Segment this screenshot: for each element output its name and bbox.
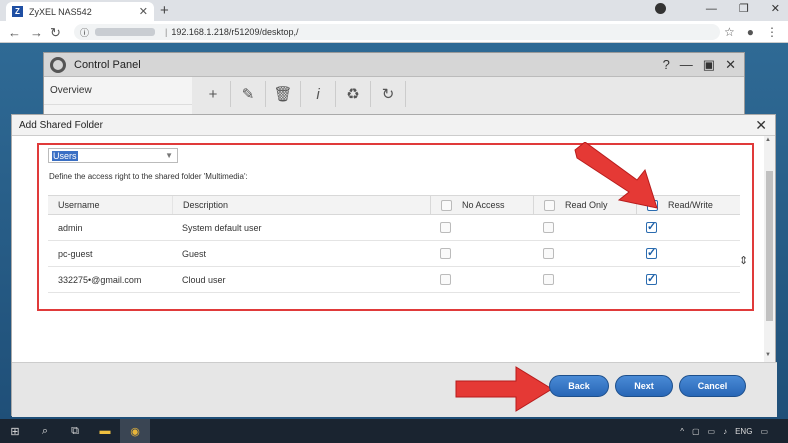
- read-only-all-checkbox[interactable]: [544, 199, 555, 211]
- row-username: pc-guest: [58, 248, 93, 259]
- volume-icon[interactable]: ♪: [723, 427, 727, 436]
- col-no-access: No Access: [430, 196, 533, 214]
- dialog-body: Users ▼ Define the access right to the s…: [12, 136, 766, 362]
- tray-app-icon[interactable]: ▢: [692, 427, 700, 436]
- browser-tab[interactable]: Z ZyXEL NAS542 ✕: [6, 2, 154, 21]
- row-username: admin: [58, 222, 83, 233]
- network-icon[interactable]: ▭: [708, 427, 716, 436]
- menu-icon[interactable]: ⋮: [766, 25, 778, 39]
- read-only-checkbox[interactable]: [543, 248, 554, 259]
- no-access-checkbox[interactable]: [440, 248, 451, 259]
- control-panel-icon: [50, 56, 66, 73]
- read-only-checkbox[interactable]: [543, 274, 554, 285]
- forward-nav-icon[interactable]: →: [30, 25, 43, 40]
- tab-title: ZyXEL NAS542: [29, 6, 92, 17]
- table-row[interactable]: pc-guest Guest: [48, 241, 740, 267]
- tray-chevron-icon[interactable]: ^: [680, 427, 684, 436]
- dropdown-arrow-icon: ▼: [165, 151, 173, 160]
- table-row[interactable]: 332275•@gmail.com Cloud user: [48, 267, 740, 293]
- account-icon[interactable]: ●: [747, 25, 754, 39]
- system-tray: ^ ▢ ▭ ♪ ENG ▭: [680, 419, 768, 443]
- notification-icon[interactable]: ▭: [760, 427, 768, 436]
- mouse-cursor-icon: ⇕: [739, 255, 749, 267]
- windows-start-icon[interactable]: ⊞: [0, 419, 30, 443]
- chrome-icon[interactable]: ◉: [120, 419, 150, 443]
- row-description: Cloud user: [182, 274, 226, 285]
- windows-taskbar: ⊞ ⌕ ⧉ ▬ ◉ ^ ▢ ▭ ♪ ENG ▭: [0, 419, 788, 443]
- dialog-titlebar[interactable]: Add Shared Folder ✕: [12, 115, 775, 136]
- not-secure-icon: ⓘ: [80, 27, 90, 38]
- address-bar[interactable]: ⓘ | 192.168.1.218 /r51209/desktop,/: [74, 24, 720, 40]
- window-controls: — ❐ ✕: [654, 2, 780, 15]
- cp-minimize-icon[interactable]: —: [680, 57, 693, 73]
- new-tab-icon[interactable]: +: [160, 2, 169, 19]
- control-panel-titlebar[interactable]: Control Panel ? — ▣ ✕: [44, 53, 744, 77]
- back-button[interactable]: Back: [549, 375, 609, 397]
- control-panel-toolbar: + ✎ 🗑 i ♻ ↻: [196, 81, 406, 107]
- cancel-button[interactable]: Cancel: [679, 375, 746, 397]
- close-window-icon[interactable]: ✕: [771, 2, 780, 15]
- col-username[interactable]: Username: [48, 200, 172, 210]
- refresh-icon[interactable]: ↻: [371, 81, 406, 107]
- profile-icon[interactable]: [654, 3, 666, 14]
- red-arrow-icon: [455, 366, 553, 412]
- dialog-title: Add Shared Folder: [19, 119, 103, 131]
- dialog-close-icon[interactable]: ✕: [755, 117, 767, 134]
- sidebar-item-overview[interactable]: Overview: [44, 77, 192, 105]
- task-view-icon[interactable]: ⧉: [60, 419, 90, 443]
- delete-icon[interactable]: 🗑: [266, 81, 301, 107]
- row-description: System default user: [182, 222, 262, 233]
- help-icon[interactable]: ?: [663, 57, 670, 73]
- language-indicator[interactable]: ENG: [735, 427, 752, 436]
- address-path: /r51209/desktop,/: [228, 27, 299, 37]
- no-access-checkbox[interactable]: [440, 274, 451, 285]
- edit-icon[interactable]: ✎: [231, 81, 266, 107]
- bookmark-star-icon[interactable]: ☆: [724, 25, 735, 39]
- address-host: 192.168.1.218: [171, 27, 229, 37]
- browser-toolbar: ← → ↻ ⓘ | 192.168.1.218 /r51209/desktop,…: [0, 21, 788, 43]
- red-arrow-icon: [574, 142, 658, 209]
- scrollbar-thumb[interactable]: [766, 171, 773, 321]
- col-description[interactable]: Description: [172, 196, 430, 214]
- read-write-label: Read/Write: [668, 200, 713, 210]
- search-icon[interactable]: ⌕: [30, 419, 60, 443]
- file-explorer-icon[interactable]: ▬: [90, 419, 120, 443]
- next-button[interactable]: Next: [615, 375, 673, 397]
- read-write-checkbox[interactable]: [646, 220, 657, 233]
- user-type-value: Users: [52, 150, 78, 161]
- read-only-checkbox[interactable]: [543, 222, 554, 233]
- info-icon[interactable]: i: [301, 81, 336, 107]
- read-write-checkbox[interactable]: [646, 246, 657, 259]
- row-description: Guest: [182, 248, 207, 259]
- no-access-checkbox[interactable]: [440, 222, 451, 233]
- back-nav-icon[interactable]: ←: [8, 25, 21, 40]
- dialog-footer: Back Next Cancel: [12, 362, 777, 417]
- cp-close-icon[interactable]: ✕: [725, 57, 736, 73]
- zyxel-favicon-icon: Z: [12, 6, 23, 17]
- read-write-checkbox[interactable]: [646, 272, 657, 285]
- recycle-icon[interactable]: ♻: [336, 81, 371, 107]
- tab-close-icon[interactable]: ✕: [139, 5, 148, 18]
- control-panel-title: Control Panel: [74, 58, 141, 71]
- access-description: Define the access right to the shared fo…: [49, 172, 248, 181]
- table-row[interactable]: admin System default user: [48, 215, 740, 241]
- no-access-label: No Access: [462, 200, 505, 210]
- minimize-icon[interactable]: —: [706, 3, 717, 15]
- address-redacted: [95, 28, 156, 36]
- browser-tabstrip: Z ZyXEL NAS542 ✕ + — ❐ ✕: [0, 0, 788, 21]
- no-access-all-checkbox[interactable]: [441, 199, 452, 211]
- add-icon[interactable]: +: [196, 81, 231, 107]
- dialog-scrollbar[interactable]: ▲ ▼: [764, 136, 775, 362]
- reload-icon[interactable]: ↻: [50, 25, 61, 41]
- user-type-select[interactable]: Users ▼: [48, 148, 178, 163]
- add-shared-folder-dialog: Add Shared Folder ✕ Users ▼ Define the a…: [11, 114, 777, 417]
- cp-maximize-icon[interactable]: ▣: [703, 57, 715, 73]
- restore-icon[interactable]: ❐: [739, 2, 749, 15]
- row-username: 332275•@gmail.com: [58, 274, 142, 285]
